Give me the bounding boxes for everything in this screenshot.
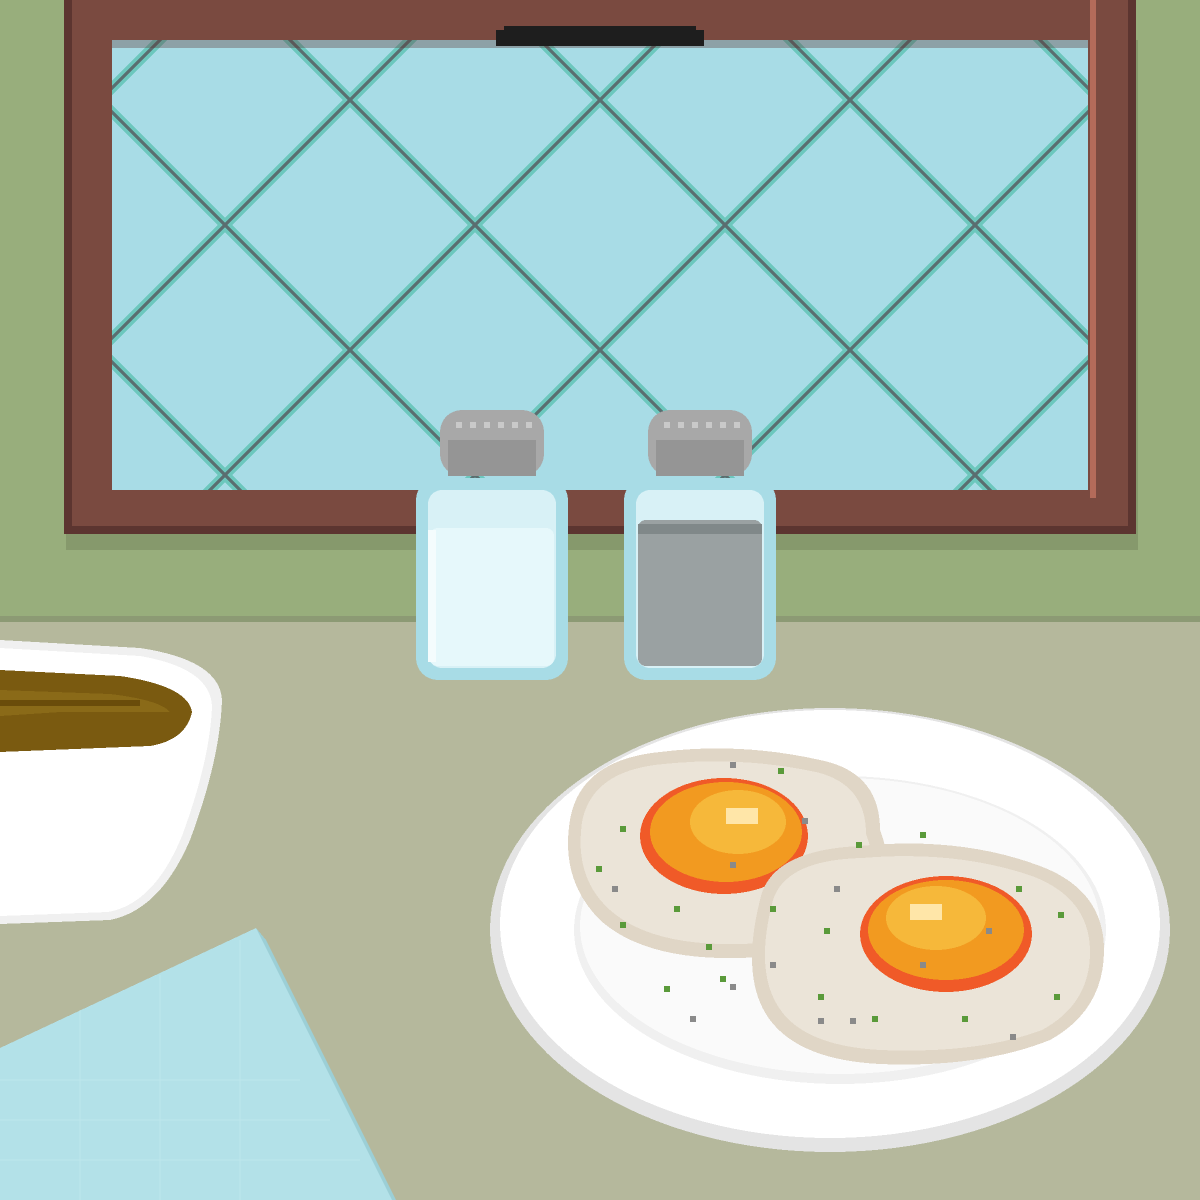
window (64, 0, 1136, 534)
salt-fill (430, 528, 554, 666)
pepper-fill (638, 520, 762, 666)
scene-illustration (0, 0, 1200, 1200)
breakfast-scene (0, 0, 1200, 1200)
fried-egg-2 (752, 843, 1104, 1065)
